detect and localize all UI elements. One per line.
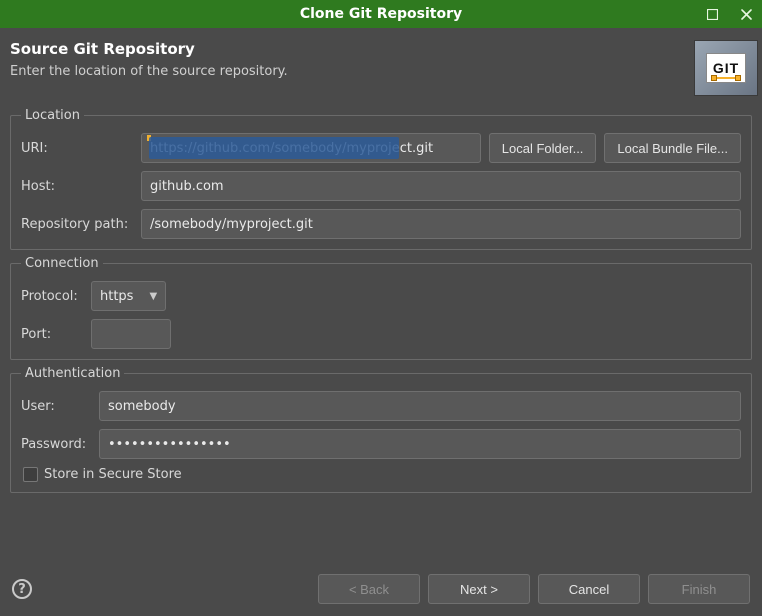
local-bundle-file-button[interactable]: Local Bundle File... — [604, 133, 741, 163]
protocol-value: https — [100, 289, 133, 304]
store-secure-label: Store in Secure Store — [44, 467, 182, 482]
uri-label: URI: — [21, 141, 133, 156]
help-icon[interactable]: ? — [12, 579, 32, 599]
connection-legend: Connection — [21, 256, 103, 271]
location-legend: Location — [21, 108, 84, 123]
repo-path-input[interactable] — [141, 209, 741, 239]
uri-input[interactable] — [141, 133, 481, 163]
protocol-select[interactable]: https ▼ — [91, 281, 166, 311]
window-maximize-icon[interactable] — [702, 4, 722, 24]
local-folder-button[interactable]: Local Folder... — [489, 133, 597, 163]
back-button[interactable]: < Back — [318, 574, 420, 604]
git-icon-label: GIT — [713, 60, 739, 76]
port-input[interactable] — [91, 319, 171, 349]
page-title: Source Git Repository — [10, 40, 684, 58]
wizard-footer: ? < Back Next > Cancel Finish — [0, 562, 762, 616]
host-input[interactable] — [141, 171, 741, 201]
cancel-button[interactable]: Cancel — [538, 574, 640, 604]
host-label: Host: — [21, 179, 133, 194]
location-group: Location URI: Local Folder... Local Bund… — [10, 108, 752, 250]
port-label: Port: — [21, 327, 83, 342]
repo-path-label: Repository path: — [21, 217, 133, 232]
window-controls — [702, 0, 756, 28]
window-titlebar: Clone Git Repository — [0, 0, 762, 28]
finish-button[interactable]: Finish — [648, 574, 750, 604]
password-label: Password: — [21, 437, 91, 452]
password-input[interactable] — [99, 429, 741, 459]
authentication-group: Authentication User: Password: Store in … — [10, 366, 752, 493]
authentication-legend: Authentication — [21, 366, 124, 381]
chevron-down-icon: ▼ — [149, 291, 157, 302]
window-title: Clone Git Repository — [0, 6, 762, 22]
git-wizard-icon: GIT — [694, 40, 758, 96]
user-label: User: — [21, 399, 91, 414]
window-close-icon[interactable] — [736, 4, 756, 24]
store-secure-checkbox[interactable] — [23, 467, 38, 482]
page-subtitle: Enter the location of the source reposit… — [10, 64, 684, 79]
next-button[interactable]: Next > — [428, 574, 530, 604]
user-input[interactable] — [99, 391, 741, 421]
connection-group: Connection Protocol: https ▼ Port: — [10, 256, 752, 360]
wizard-header: Source Git Repository Enter the location… — [0, 28, 762, 102]
protocol-label: Protocol: — [21, 289, 83, 304]
